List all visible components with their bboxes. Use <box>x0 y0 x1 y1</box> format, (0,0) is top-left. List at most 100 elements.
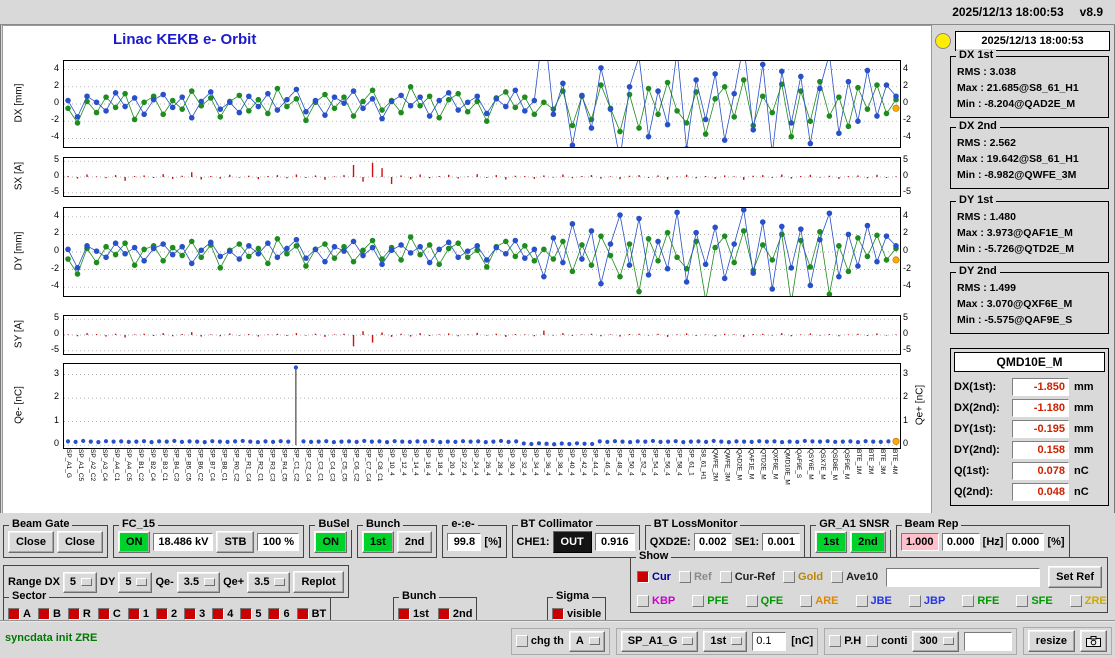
checkbox-b[interactable]: B <box>37 608 61 620</box>
y-tick-label: 5 <box>53 154 59 165</box>
checkbox-a[interactable]: A <box>8 608 31 620</box>
y-tick-label: 4 <box>53 209 59 220</box>
0-001-display: 0.001 <box>762 533 801 551</box>
beam-gate-group: Beam Gate Close Close <box>3 518 108 558</box>
2nd-button[interactable]: 2nd <box>396 531 433 553</box>
plot-dx[interactable] <box>63 60 901 148</box>
monitor-row-value: 0.048 <box>1012 482 1069 501</box>
dy-2nd-stats: DY 2nd RMS : 1.499 Max : 3.070@QXF6E_M Min … <box>950 265 1109 334</box>
x-axis-label: SP_12_4 <box>400 449 408 476</box>
close-button[interactable]: Close <box>8 531 54 553</box>
y-tick-label-right: 0 <box>903 245 909 255</box>
checkbox-indicator <box>437 608 450 620</box>
resize-button[interactable]: resize <box>1027 630 1075 652</box>
checkbox-qfe[interactable]: QFE <box>745 595 784 607</box>
option-value: 3.5 <box>254 576 270 588</box>
checkbox-c[interactable]: C <box>97 608 121 620</box>
checkbox-label: 3 <box>199 608 206 620</box>
checkbox-label: QFE <box>760 595 784 607</box>
set-ref-button[interactable]: Set Ref <box>1048 566 1103 588</box>
checkbox-2[interactable]: 2 <box>155 608 177 620</box>
checkbox-indicator <box>296 608 309 620</box>
option-1st[interactable]: 1st <box>703 630 748 652</box>
checkbox-cur-ref[interactable]: Cur-Ref <box>719 571 776 583</box>
ref-name-entry[interactable] <box>886 567 1041 587</box>
checkbox-5[interactable]: 5 <box>240 608 261 620</box>
checkbox-sfe[interactable]: SFE <box>1016 595 1053 607</box>
checkbox-ref[interactable]: Ref <box>678 571 712 583</box>
checkbox-cur[interactable]: Cur <box>637 571 671 583</box>
plot-q[interactable] <box>63 363 901 449</box>
2nd-button[interactable]: 2nd <box>850 531 886 553</box>
checkbox-pfe[interactable]: PFE <box>692 595 729 607</box>
checkbox-4[interactable]: 4 <box>212 608 233 620</box>
checkbox-label: Cur-Ref <box>734 571 776 583</box>
on-button[interactable]: ON <box>314 531 347 553</box>
checkbox-indicator <box>240 608 253 620</box>
close-button[interactable]: Close <box>56 531 103 553</box>
plot-sy[interactable] <box>63 315 901 355</box>
dx-label: DX <box>44 576 60 588</box>
y-tick-label: -4 <box>50 131 59 142</box>
camera-button[interactable] <box>1080 630 1107 652</box>
checkbox-kbp[interactable]: KBP <box>637 595 675 607</box>
checkbox-jbp[interactable]: JBP <box>908 595 945 607</box>
checkbox-3[interactable]: 3 <box>184 608 205 620</box>
checkbox-indicator <box>268 608 281 620</box>
on-button[interactable]: ON <box>117 531 151 553</box>
plot-dy[interactable] <box>63 207 901 297</box>
option-a[interactable]: A <box>568 630 605 652</box>
stb-button[interactable]: STB <box>216 531 255 553</box>
checkbox-ave10[interactable]: Ave10 <box>831 571 878 583</box>
monitor-name: QMD10E_M <box>954 352 1105 372</box>
x-axis-label: QXF6E_M <box>771 449 779 480</box>
1st-button[interactable]: 1st <box>815 531 848 553</box>
stat-row: Max : 3.070@QXF6E_M <box>957 298 1073 310</box>
checkbox-are[interactable]: ARE <box>800 595 839 607</box>
monitor-row-value: 0.158 <box>1012 440 1069 459</box>
se1-label: SE1: <box>734 536 760 548</box>
replot-button[interactable]: Replot <box>293 571 344 593</box>
selected-monitor-marker <box>892 437 900 445</box>
x-axis-label: QWFE_3M <box>723 449 731 482</box>
threshold-entry[interactable] <box>752 631 787 651</box>
1st-button[interactable]: 1st <box>361 531 394 553</box>
y-tick-label-right: -2 <box>903 262 912 273</box>
checkbox-6[interactable]: 6 <box>268 608 290 620</box>
checkbox-p-h[interactable]: P.H <box>829 635 861 647</box>
option-300[interactable]: 300 <box>912 630 959 652</box>
x-axis-label: SP_C6_C2 <box>352 449 360 482</box>
y-tick-label-right: -4 <box>903 131 912 142</box>
option-5[interactable]: 5 <box>118 571 153 593</box>
out-button[interactable]: OUT <box>552 531 592 553</box>
status-bar: syncdata init ZRE chg th A SP_A1_G 1st [nC] P… <box>0 620 1115 658</box>
checkbox-chg-th[interactable]: chg th <box>515 635 564 647</box>
interval-entry[interactable] <box>963 631 1012 651</box>
option-3-5[interactable]: 3.5 <box>247 571 291 593</box>
checkbox-1[interactable]: 1 <box>127 608 149 620</box>
stat-row: Min : -8.982@QWFE_3M <box>957 169 1077 181</box>
checkbox-conti[interactable]: conti <box>866 635 907 647</box>
option-sp-a1-g[interactable]: SP_A1_G <box>620 630 699 652</box>
beam-gate-group-title: Beam Gate <box>9 518 73 530</box>
checkbox-gold[interactable]: Gold <box>783 571 823 583</box>
checkbox-bt[interactable]: BT <box>296 608 326 620</box>
checkbox-2nd[interactable]: 2nd <box>437 608 472 620</box>
x-axis-label: SP_52_4 <box>639 449 647 476</box>
plot-sx[interactable] <box>63 157 901 197</box>
checkbox-1st[interactable]: 1st <box>398 608 429 620</box>
x-axis-label: SP_A2_C2 <box>88 449 96 482</box>
option-5[interactable]: 5 <box>62 571 98 593</box>
option-value: 1st <box>710 635 727 647</box>
option-3-5[interactable]: 3.5 <box>176 571 221 593</box>
y-tick-label-right: 0 <box>903 170 909 180</box>
bunch-group-title: Bunch <box>399 590 440 602</box>
checkbox-indicator <box>8 608 20 620</box>
checkbox-jbe[interactable]: JBE <box>855 595 892 607</box>
checkbox-label: 4 <box>227 608 234 620</box>
checkbox-zre[interactable]: ZRE <box>1069 595 1107 607</box>
y-tick-label-right: 5 <box>903 312 909 323</box>
checkbox-rfe[interactable]: RFE <box>962 595 999 607</box>
checkbox-r[interactable]: R <box>67 608 91 620</box>
checkbox-visible[interactable]: visible <box>552 608 601 620</box>
